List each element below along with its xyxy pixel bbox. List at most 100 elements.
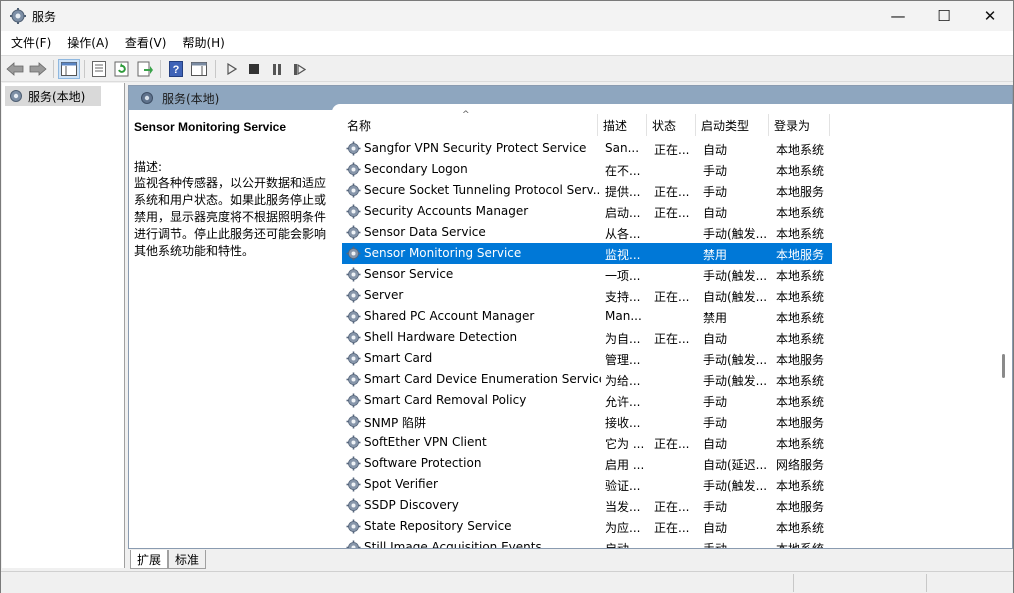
service-name: Smart Card Removal Policy [364, 393, 527, 407]
service-gear-icon [345, 245, 362, 262]
service-gear-icon [345, 161, 362, 178]
service-logon-as: 本地系统 [776, 332, 825, 346]
properties-button[interactable] [89, 59, 109, 79]
back-arrow-icon [6, 62, 24, 76]
service-description: 监视... [605, 248, 641, 262]
service-row[interactable]: Secure Socket Tunneling Protocol Serv...… [342, 180, 832, 201]
tab-standard[interactable]: 标准 [168, 550, 207, 569]
play-icon [227, 63, 237, 75]
service-name: SSDP Discovery [364, 498, 459, 512]
menu-action[interactable]: 操作(A) [61, 31, 115, 55]
service-row[interactable]: Still Image Acquisition Events 启动... 手动本地系… [342, 537, 832, 548]
title-bar: 服务 — ☐ ✕ [1, 1, 1013, 31]
refresh-button[interactable] [112, 59, 132, 79]
service-row[interactable]: Smart Card 管理... 手动(触发... 本地服务 [342, 348, 832, 369]
console-tree: 服务(本地) [2, 83, 125, 568]
forward-button[interactable] [28, 59, 48, 79]
service-description: 为给... [605, 374, 641, 388]
service-startup-type: 禁用 [703, 248, 728, 262]
column-header-logon-as[interactable]: 登录为 [769, 114, 830, 136]
service-row[interactable]: SoftEther VPN Client 它为 ... 正在... 自动 本地系统 [342, 432, 832, 453]
service-startup-type: 自动 [703, 332, 728, 346]
tab-extended[interactable]: 扩展 [130, 550, 169, 569]
vertical-scrollbar-thumb[interactable] [1002, 354, 1005, 378]
minimize-button[interactable]: — [875, 1, 921, 31]
service-logon-as: 本地服务 [776, 185, 825, 199]
service-row[interactable]: Shell Hardware Detection 为自... 正在... 自动 本地系统 [342, 327, 832, 348]
service-row[interactable]: Smart Card Device Enumeration Service 为给.… [342, 369, 832, 390]
menu-help[interactable]: 帮助(H) [176, 31, 230, 55]
service-row[interactable]: Secondary Logon 在不... 手动 本地系统 [342, 159, 832, 180]
help-button[interactable]: ? [166, 59, 186, 79]
services-gear-icon [10, 8, 26, 24]
service-logon-as: 本地服务 [776, 500, 825, 514]
service-row[interactable]: Spot Verifier 验证... 手动(触发... 本地系统 [342, 474, 832, 495]
column-header-description[interactable]: 描述 [598, 114, 647, 136]
service-row[interactable]: Software Protection 启用 ... 自动(延迟... 网络服务 [342, 453, 832, 474]
services-window: 服务 — ☐ ✕ 文件(F) 操作(A) 查看(V) 帮助(H) ? 服务(本地… [0, 0, 1014, 593]
services-main-pane: 服务(本地) Sensor Monitoring Service 描述: 监视各… [128, 85, 1013, 549]
column-header-status[interactable]: 状态 [647, 114, 696, 136]
column-header-name[interactable]: 名称 [342, 114, 598, 136]
service-row[interactable]: Security Accounts Manager 启动... 正在... 自动 本地系… [342, 201, 832, 222]
service-row[interactable]: Sensor Service 一项... 手动(触发... 本地系统 [342, 264, 832, 285]
menu-file[interactable]: 文件(F) [5, 31, 57, 55]
toolbar-separator [160, 60, 161, 78]
service-row[interactable]: Server 支持... 正在... 自动(触发... 本地系统 [342, 285, 832, 306]
export-list-button[interactable] [135, 59, 155, 79]
service-name: Secondary Logon [364, 162, 468, 176]
service-gear-icon [345, 182, 362, 199]
service-name: State Repository Service [364, 519, 512, 533]
toolbar: ? [1, 55, 1013, 82]
service-logon-as: 本地系统 [776, 206, 825, 220]
service-row[interactable]: SNMP 陷阱 接收... 手动 本地服务 [342, 411, 832, 432]
pause-service-button[interactable] [267, 59, 287, 79]
service-startup-type: 自动 [703, 206, 728, 220]
maximize-button[interactable]: ☐ [921, 1, 967, 31]
export-icon [137, 61, 153, 77]
column-header-startup-type[interactable]: 启动类型 [696, 114, 769, 136]
service-row[interactable]: Smart Card Removal Policy 允许... 手动 本地系统 [342, 390, 832, 411]
service-row[interactable]: SSDP Discovery 当发... 正在... 手动 本地服务 [342, 495, 832, 516]
service-startup-type: 自动(延迟... [703, 458, 768, 472]
service-status: 正在... [654, 143, 690, 157]
services-gear-icon [10, 90, 22, 102]
service-startup-type: 手动 [703, 164, 728, 178]
stop-service-button[interactable] [244, 59, 264, 79]
service-startup-type: 禁用 [703, 311, 728, 325]
svg-text:?: ? [173, 64, 180, 76]
service-logon-as: 网络服务 [776, 458, 825, 472]
service-name: Server [364, 288, 404, 302]
service-logon-as: 本地系统 [776, 521, 825, 535]
service-logon-as: 本地服务 [776, 353, 825, 367]
service-row[interactable]: Shared PC Account Manager Man... 禁用 本地系统 [342, 306, 832, 327]
service-logon-as: 本地系统 [776, 269, 825, 283]
restart-service-button[interactable] [290, 59, 310, 79]
close-button[interactable]: ✕ [967, 1, 1013, 31]
status-bar [1, 571, 1013, 593]
service-row[interactable]: Sangfor VPN Security Protect Service San.… [342, 138, 832, 159]
tree-item-services-local[interactable]: 服务(本地) [5, 86, 101, 106]
back-button[interactable] [5, 59, 25, 79]
service-name: Software Protection [364, 456, 482, 470]
service-gear-icon [345, 350, 362, 367]
service-row[interactable]: Sensor Data Service 从各... 手动(触发... 本地系统 [342, 222, 832, 243]
start-service-button[interactable] [222, 59, 242, 79]
description-panel: Sensor Monitoring Service 描述: 监视各种传感器，以公… [129, 110, 331, 548]
service-row-selected[interactable]: Sensor Monitoring Service 监视... 禁用 本地服务 [342, 243, 832, 264]
service-logon-as: 本地系统 [776, 164, 825, 178]
service-description: 允许... [605, 395, 641, 409]
service-status: 正在... [654, 206, 690, 220]
service-logon-as: 本地服务 [776, 416, 825, 430]
service-row[interactable]: State Repository Service 为应... 正在... 自动 本地系统 [342, 516, 832, 537]
service-gear-icon [345, 203, 362, 220]
service-logon-as: 本地系统 [776, 395, 825, 409]
service-startup-type: 手动 [703, 500, 728, 514]
view-panel-button[interactable] [189, 59, 209, 79]
services-gear-icon [141, 92, 153, 104]
menu-view[interactable]: 查看(V) [119, 31, 173, 55]
toolbar-separator [215, 60, 216, 78]
service-description: 一项... [605, 269, 641, 283]
show-tree-button[interactable] [58, 59, 80, 79]
service-gear-icon [345, 539, 362, 548]
